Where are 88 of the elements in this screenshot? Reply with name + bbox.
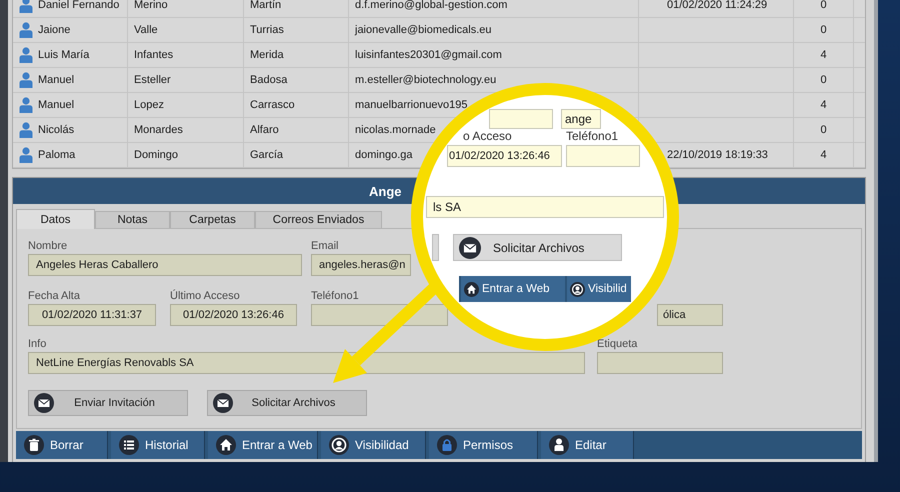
person-icon (549, 435, 569, 455)
cell-text: Luis María (38, 49, 90, 61)
field-label: Info (28, 338, 46, 350)
cell-text: 0 (820, 24, 827, 36)
field-label: o Acceso (463, 129, 512, 143)
cell-text: Jaione (38, 24, 70, 36)
envelope-icon (34, 393, 54, 413)
input-field[interactable]: NetLine Energías Renovabls SA (28, 352, 585, 374)
input-field[interactable] (597, 352, 723, 374)
cell-text: Alfaro (250, 124, 279, 136)
home-icon (464, 282, 479, 296)
panel-title: Ange (369, 184, 402, 198)
list-icon (119, 435, 139, 455)
toolbar-button[interactable]: Permisos (429, 431, 538, 459)
envelope-icon (459, 236, 481, 258)
field-label: Teléfono1 (311, 290, 359, 302)
toolbar-button[interactable]: Entrar a Web (208, 431, 318, 459)
field-label: Último Acceso (170, 290, 240, 302)
input-field: 01/02/2020 13:26:46 (447, 145, 562, 167)
field-label: Fecha Alta (28, 290, 80, 302)
cell-text: d.f.merino@global-gestion.com (355, 0, 508, 11)
cell-text: Badosa (250, 74, 288, 86)
home-icon (216, 435, 236, 455)
cell-text: 0 (820, 0, 827, 11)
tab[interactable]: Notas (95, 211, 170, 228)
user-icon (19, 147, 33, 163)
lock-icon (437, 435, 457, 455)
cell-text: luisinfantes20301@gmail.com (355, 49, 502, 61)
user-icon (19, 122, 33, 138)
cell-text: Manuel (38, 74, 74, 86)
input-field: ange (561, 109, 601, 129)
cell-text: manuelbarrionuevo195 (355, 99, 468, 111)
cell-text: Valle (134, 24, 158, 36)
cell-text: Paloma (38, 149, 76, 161)
person-circle-icon (329, 435, 349, 455)
cell-text: 01/02/2020 11:24:29 (667, 0, 768, 11)
envelope-icon (213, 393, 233, 413)
user-icon (19, 97, 33, 113)
input-field[interactable]: ólica (657, 304, 723, 326)
cell-text: 0 (820, 74, 827, 86)
cell-text: Nicolás (38, 124, 74, 136)
tab[interactable]: Carpetas (170, 211, 255, 228)
toolbar-button[interactable]: Editar (541, 431, 634, 459)
cell-text: 22/10/2019 18:19:33 (667, 149, 768, 161)
user-icon (19, 47, 33, 63)
cell-text: Manuel (38, 99, 74, 111)
input-field[interactable]: 01/02/2020 13:26:46 (170, 304, 297, 326)
cell-text: domingo.ga (355, 149, 412, 161)
cell-text: m.esteller@biotechnology.eu (355, 74, 496, 86)
cell-text: Merida (250, 49, 284, 61)
cell-text: García (250, 149, 284, 161)
input-field[interactable]: Angeles Heras Caballero (28, 254, 302, 276)
cell-text: Esteller (134, 74, 171, 86)
action-button[interactable]: Solicitar Archivos (207, 390, 367, 416)
input-field (489, 109, 553, 129)
toolbar-button[interactable]: Borrar (16, 431, 108, 459)
input-field[interactable]: angeles.heras@n (311, 254, 411, 276)
user-icon (19, 72, 33, 88)
toolbar-button[interactable]: Visibilidad (321, 431, 426, 459)
field-label: Etiqueta (597, 338, 638, 350)
person-circle-icon (570, 282, 585, 296)
trash-icon (24, 435, 44, 455)
tab[interactable]: Correos Enviados (255, 211, 382, 228)
cell-text: Infantes (134, 49, 174, 61)
cell-text: 0 (820, 124, 827, 136)
cell-text: 4 (820, 149, 827, 161)
input-field: ls SA (426, 196, 664, 218)
cell-text: nicolas.mornade (355, 124, 436, 136)
tab[interactable]: Datos (16, 209, 95, 229)
field-label: Nombre (28, 240, 68, 252)
field-label: Teléfono1 (566, 129, 618, 143)
cell-text: Turrias (250, 24, 284, 36)
input-field[interactable]: 01/02/2020 11:31:37 (28, 304, 156, 326)
user-icon (19, 0, 33, 13)
cell-text: jaionevalle@biomedicals.eu (355, 24, 492, 36)
field-label: Email (311, 240, 339, 252)
cell-text: 4 (820, 99, 827, 111)
cell-text: Monardes (134, 124, 183, 136)
cell-text: Carrasco (250, 99, 295, 111)
cell-text: Lopez (134, 99, 164, 111)
user-icon (19, 22, 33, 38)
cell-text: Domingo (134, 149, 178, 161)
cell-text: Martín (250, 0, 282, 11)
action-button[interactable]: Enviar Invitación (28, 390, 188, 416)
cell-text: 4 (820, 49, 827, 61)
cell-text: Daniel Fernando (38, 0, 120, 11)
toolbar-button[interactable]: Historial (111, 431, 205, 459)
cell-text: Merino (134, 0, 168, 11)
